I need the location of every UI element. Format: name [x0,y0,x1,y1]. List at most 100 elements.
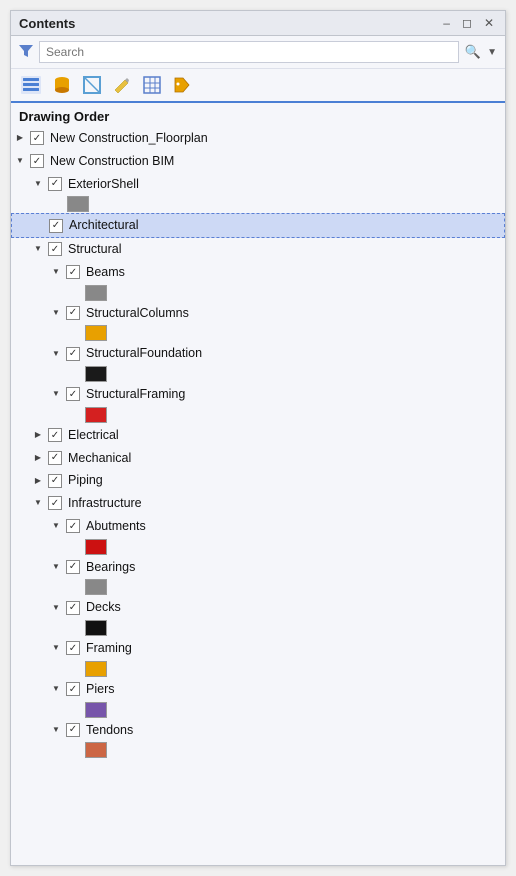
tree-item-tendons[interactable]: ▼ Tendons [11,719,505,742]
expand-icon[interactable]: ▼ [49,682,63,696]
checkbox[interactable] [66,601,80,615]
expand-icon[interactable]: ▼ [49,641,63,655]
grid-icon-button[interactable] [141,74,163,96]
item-label: New Construction BIM [50,152,174,171]
checkbox[interactable] [48,242,62,256]
tree-item-structural-framing[interactable]: ▼ StructuralFraming [11,383,505,406]
color-swatch[interactable] [85,539,107,555]
color-swatch[interactable] [67,196,89,212]
tree-item-framing[interactable]: ▼ Framing [11,637,505,660]
color-swatch[interactable] [85,661,107,677]
expand-icon[interactable]: ▶ [31,451,45,465]
swatch-row [11,619,505,637]
checkbox[interactable] [66,265,80,279]
minimize-button[interactable]: – [440,15,453,31]
pencil-icon-button[interactable] [111,74,133,96]
expand-icon[interactable]: ▼ [49,560,63,574]
close-button[interactable]: ✕ [481,15,497,31]
expand-icon[interactable]: ▼ [13,154,27,168]
item-label: Architectural [69,216,138,235]
expand-icon[interactable]: ▼ [49,265,63,279]
search-dropdown-icon[interactable]: ▼ [487,47,497,58]
checkbox[interactable] [66,387,80,401]
expand-icon[interactable]: ▼ [49,601,63,615]
checkbox[interactable] [66,306,80,320]
tree-item-decks[interactable]: ▼ Decks [11,596,505,619]
polygon-icon-button[interactable] [81,74,103,96]
item-label: Beams [86,263,125,282]
expand-icon[interactable]: ▼ [31,242,45,256]
checkbox[interactable] [30,131,44,145]
tree-item-bearings[interactable]: ▼ Bearings [11,556,505,579]
expand-icon[interactable]: ▶ [31,428,45,442]
checkbox[interactable] [48,474,62,488]
checkbox[interactable] [66,560,80,574]
filter-icon [19,44,33,61]
tree-item-architectural[interactable]: Architectural [11,213,505,238]
tree-item-new-construction-floorplan[interactable]: ▶ New Construction_Floorplan [11,127,505,150]
checkbox[interactable] [66,519,80,533]
restore-button[interactable]: ◻ [459,15,475,31]
expand-icon[interactable]: ▶ [13,131,27,145]
tree-item-piping[interactable]: ▶Piping [11,469,505,492]
item-label: StructuralFoundation [86,344,202,363]
color-swatch[interactable] [85,742,107,758]
tree-item-structural-foundation[interactable]: ▼ StructuralFoundation [11,342,505,365]
tree-container[interactable]: ▶ New Construction_Floorplan ▼ New Construc… [11,127,505,865]
expand-icon[interactable]: ▼ [49,723,63,737]
checkbox[interactable] [48,177,62,191]
color-swatch[interactable] [85,702,107,718]
checkbox[interactable] [66,641,80,655]
expand-icon[interactable]: ▼ [31,496,45,510]
item-label: StructuralFraming [86,385,185,404]
checkbox[interactable] [66,682,80,696]
search-input[interactable] [39,41,459,63]
expand-icon[interactable]: ▼ [49,519,63,533]
color-swatch[interactable] [85,579,107,595]
checkbox[interactable] [66,347,80,361]
tree-item-beams[interactable]: ▼ Beams [11,261,505,284]
expand-icon[interactable]: ▼ [49,306,63,320]
tree-item-mechanical[interactable]: ▶Mechanical [11,447,505,470]
color-swatch[interactable] [85,366,107,382]
item-label: New Construction_Floorplan [50,129,208,148]
checkbox[interactable] [48,451,62,465]
expand-icon[interactable]: ▼ [49,347,63,361]
color-swatch[interactable] [85,325,107,341]
checkbox[interactable] [48,428,62,442]
color-swatch[interactable] [85,620,107,636]
expand-icon[interactable]: ▶ [31,474,45,488]
panel-title: Contents [19,16,75,31]
expand-icon[interactable]: ▼ [31,177,45,191]
item-label: Infrastructure [68,494,142,513]
search-icon: 🔍 [465,44,481,60]
item-label: Bearings [86,558,135,577]
tag-icon-button[interactable] [171,74,193,96]
list-view-button[interactable] [19,74,43,96]
cylinder-icon-button[interactable] [51,74,73,96]
color-swatch[interactable] [85,285,107,301]
expand-icon[interactable]: ▼ [49,387,63,401]
color-swatch[interactable] [85,407,107,423]
item-label: Decks [86,598,121,617]
tree-item-infrastructure[interactable]: ▼ Infrastructure [11,492,505,515]
checkbox[interactable] [49,219,63,233]
tree-item-electrical[interactable]: ▶Electrical [11,424,505,447]
swatch-row [11,406,505,424]
contents-panel: Contents – ◻ ✕ 🔍 ▼ [10,10,506,866]
item-label: StructuralColumns [86,304,189,323]
tree-item-new-construction-bim[interactable]: ▼ New Construction BIM [11,150,505,173]
checkbox[interactable] [48,496,62,510]
tree-item-piers[interactable]: ▼Piers [11,678,505,701]
panel-controls: – ◻ ✕ [440,15,497,31]
item-label: Framing [86,639,132,658]
item-label: Tendons [86,721,133,740]
tree-item-exterior-shell[interactable]: ▼ExteriorShell [11,173,505,196]
swatch-row [11,538,505,556]
tree-item-structural-columns[interactable]: ▼ StructuralColumns [11,302,505,325]
toolbar-row [11,69,505,103]
tree-item-structural[interactable]: ▼Structural [11,238,505,261]
tree-item-abutments[interactable]: ▼Abutments [11,515,505,538]
checkbox[interactable] [66,723,80,737]
checkbox[interactable] [30,154,44,168]
